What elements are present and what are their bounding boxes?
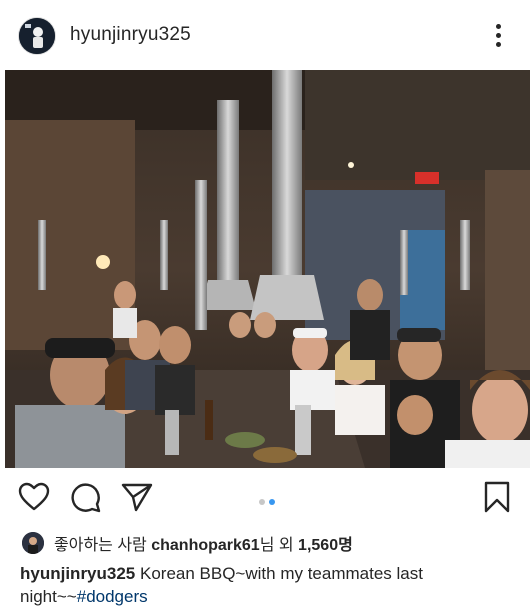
likes-count[interactable]: 1,560명 [298, 537, 353, 554]
heart-icon[interactable] [18, 482, 50, 512]
paper-plane-icon[interactable] [121, 482, 153, 512]
carousel-indicator [257, 492, 277, 510]
likes-mid: 님 외 [259, 537, 299, 554]
hashtag-link[interactable]: #dodgers [77, 587, 148, 606]
post-photo[interactable] [5, 70, 530, 468]
post-header: hyunjinryu325 [0, 0, 530, 70]
bookmark-icon[interactable] [484, 481, 510, 513]
profile-avatar[interactable] [18, 17, 56, 55]
carousel-dot-2 [269, 499, 275, 505]
liker-username[interactable]: chanhopark61 [151, 537, 259, 554]
caption-username[interactable]: hyunjinryu325 [20, 564, 135, 583]
likes-prefix: 좋아하는 사람 [54, 537, 152, 554]
likes-text: 좋아하는 사람 chanhopark61님 외 1,560명 [54, 531, 353, 555]
avatar-image [19, 18, 55, 54]
post-username[interactable]: hyunjinryu325 [70, 24, 191, 46]
restaurant-group-photo [5, 70, 530, 468]
carousel-dot-1 [259, 499, 265, 505]
likes-row[interactable]: 좋아하는 사람 chanhopark61님 외 1,560명 [22, 530, 522, 556]
more-vertical-icon[interactable] [488, 22, 508, 50]
comment-icon[interactable] [70, 482, 102, 514]
post-caption: hyunjinryu325 Korean BBQ~with my teammat… [20, 562, 520, 608]
liker-avatar [22, 532, 44, 554]
